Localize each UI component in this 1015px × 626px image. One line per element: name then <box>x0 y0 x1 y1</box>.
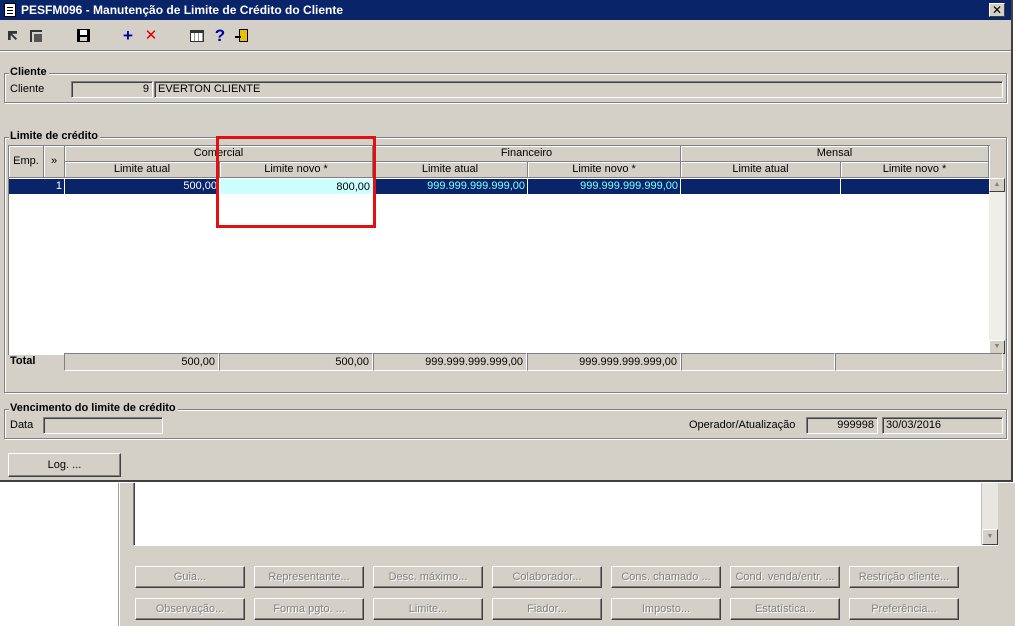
desc-maximo-button[interactable]: Desc. máximo... <box>373 566 483 588</box>
header-emp[interactable]: Emp. <box>9 146 44 178</box>
total-comercial-novo: 500,00 <box>219 353 373 371</box>
total-financeiro-atual: 999.999.999.999,00 <box>373 353 527 371</box>
scroll-up-icon[interactable]: ▲ <box>989 178 1005 192</box>
vencimento-group-title: Vencimento do limite de crédito <box>9 402 178 414</box>
operador-label: Operador/Atualização <box>689 419 796 431</box>
cond-venda-button[interactable]: Cond. venda/entr. ... <box>730 566 840 588</box>
observacao-button[interactable]: Observação... <box>135 598 245 620</box>
close-button[interactable]: ✕ <box>989 3 1005 17</box>
limite-grid[interactable]: Emp. » Comercial Financeiro Mensal Limit… <box>8 145 990 355</box>
window-title: PESFM096 - Manutenção de Limite de Crédi… <box>21 3 344 17</box>
cliente-label: Cliente <box>10 83 45 95</box>
limite-button[interactable]: Limite... <box>373 598 483 620</box>
log-button[interactable]: Log. ... <box>8 453 121 477</box>
colaborador-button[interactable]: Colaborador... <box>492 566 602 588</box>
header-expand[interactable]: » <box>44 146 65 178</box>
calendar-grid-icon[interactable] <box>189 28 205 44</box>
cell-emp[interactable]: 1 <box>9 179 65 194</box>
title-bar[interactable]: PESFM096 - Manutenção de Limite de Crédi… <box>0 0 1011 20</box>
header-mensal-limite-novo[interactable]: Limite novo * <box>841 162 989 178</box>
header-financeiro-limite-atual[interactable]: Limite atual <box>373 162 528 178</box>
add-icon[interactable]: + <box>120 27 136 44</box>
background-left-pane <box>0 483 119 626</box>
representante-button[interactable]: Representante... <box>254 566 364 588</box>
restricao-cliente-button[interactable]: Restrição cliente... <box>849 566 959 588</box>
cliente-code-field[interactable]: 9 <box>71 81 153 98</box>
limite-credito-group-title: Limite de crédito <box>9 130 101 142</box>
cell-comercial-atual[interactable]: 500,00 <box>65 179 220 194</box>
header-financeiro[interactable]: Financeiro <box>373 146 681 162</box>
help-icon[interactable]: ? <box>212 27 228 44</box>
preferencia-button[interactable]: Preferência... <box>849 598 959 620</box>
header-financeiro-limite-novo[interactable]: Limite novo * <box>528 162 681 178</box>
data-field[interactable] <box>43 417 163 434</box>
imposto-button[interactable]: Imposto... <box>611 598 721 620</box>
restore-icon[interactable] <box>28 28 44 44</box>
background-memo-scrollbar[interactable]: ▼ <box>981 483 998 545</box>
total-comercial-atual: 500,00 <box>64 353 219 371</box>
operador-field[interactable]: 999998 <box>806 417 878 434</box>
cell-financeiro-novo[interactable]: 999.999.999.999,00 <box>528 179 681 194</box>
header-mensal[interactable]: Mensal <box>681 146 989 162</box>
exit-door-icon[interactable] <box>235 28 252 44</box>
total-mensal-atual <box>681 353 835 371</box>
cell-mensal-novo[interactable] <box>841 179 989 194</box>
navigate-icon[interactable] <box>6 28 22 44</box>
scroll-down-icon[interactable]: ▼ <box>989 340 1005 354</box>
atualizacao-field[interactable]: 30/03/2016 <box>882 417 1003 434</box>
forma-pgto-button[interactable]: Forma pgto. ... <box>254 598 364 620</box>
fiador-button[interactable]: Fiador... <box>492 598 602 620</box>
cell-mensal-atual[interactable] <box>681 179 841 194</box>
window-menu-icon[interactable] <box>4 3 16 17</box>
header-comercial-limite-atual[interactable]: Limite atual <box>65 162 220 178</box>
limite-credito-dialog: PESFM096 - Manutenção de Limite de Crédi… <box>0 0 1013 482</box>
scroll-down-icon[interactable]: ▼ <box>982 529 998 545</box>
annotation-highlight-box <box>216 136 376 228</box>
data-label: Data <box>10 419 34 431</box>
total-financeiro-novo: 999.999.999.999,00 <box>527 353 681 371</box>
cliente-group-title: Cliente <box>9 66 49 78</box>
delete-icon[interactable]: ✕ <box>143 28 159 44</box>
cliente-name-field[interactable]: EVERTON CLIENTE <box>154 81 1003 98</box>
total-label: Total <box>10 355 36 367</box>
save-icon[interactable] <box>76 28 92 44</box>
guia-button[interactable]: Guia... <box>135 566 245 588</box>
grid-scrollbar[interactable]: ▲ ▼ <box>989 178 1005 354</box>
header-mensal-limite-atual[interactable]: Limite atual <box>681 162 841 178</box>
total-mensal-novo <box>835 353 1003 371</box>
toolbar: + ✕ ? <box>0 22 1011 51</box>
cell-financeiro-atual[interactable]: 999.999.999.999,00 <box>373 179 528 194</box>
cons-chamado-button[interactable]: Cons. chamado ... <box>611 566 721 588</box>
estatistica-button[interactable]: Estatística... <box>730 598 840 620</box>
background-memo-field[interactable]: ▼ <box>133 483 998 546</box>
